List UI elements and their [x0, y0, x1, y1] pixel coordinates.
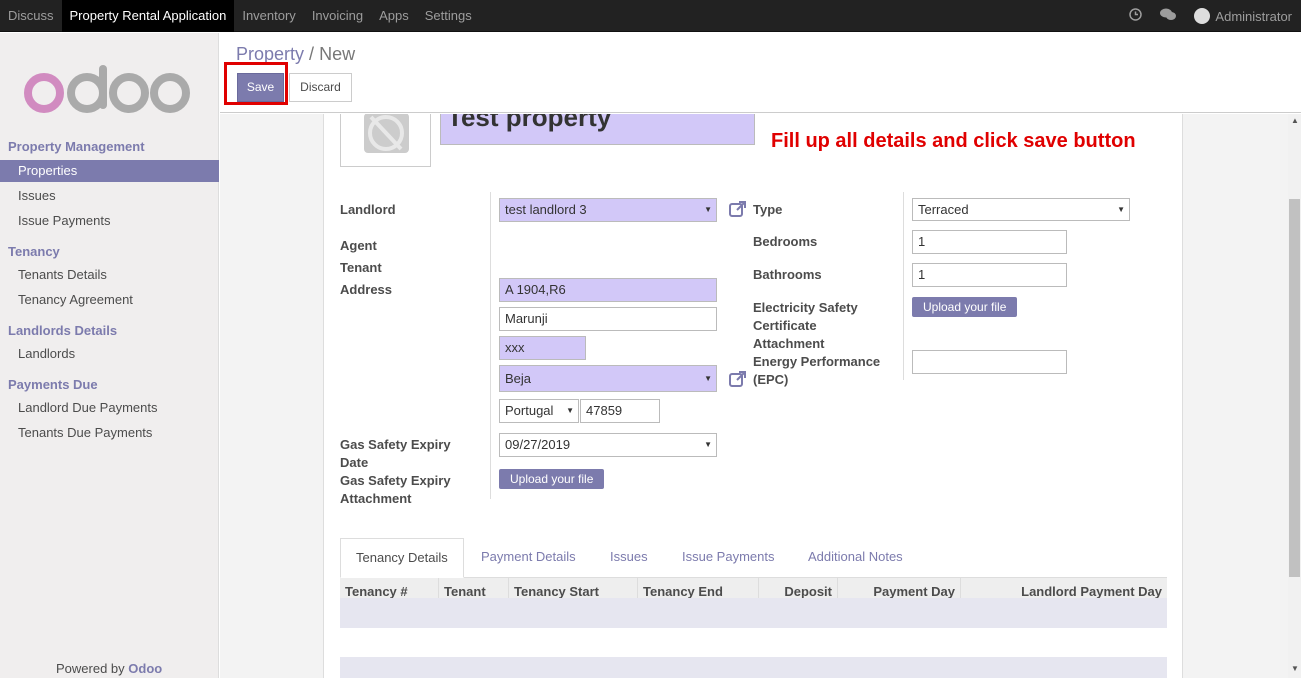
form-sheet: Test property Fill up all details and cl…: [323, 114, 1183, 678]
menu-apps[interactable]: Apps: [371, 0, 417, 32]
dropdown-caret-icon: ▼: [566, 406, 574, 415]
sidebar-item-landlord-due-payments[interactable]: Landlord Due Payments: [0, 397, 219, 419]
dropdown-caret-icon: ▼: [704, 374, 712, 383]
gas-expiry-date-input[interactable]: 09/27/2019 ▼: [499, 433, 717, 457]
user-name[interactable]: Administrator: [1215, 9, 1292, 24]
label-tenant: Tenant: [340, 260, 382, 275]
table-row: [340, 657, 1167, 678]
zip-input[interactable]: 47859: [580, 399, 660, 423]
camera-placeholder-icon: [364, 114, 409, 153]
sidebar-item-tenants-details[interactable]: Tenants Details: [0, 264, 219, 286]
street2-input[interactable]: Marunji: [499, 307, 717, 331]
tab-issues[interactable]: Issues: [610, 538, 648, 578]
sidebar-item-landlords[interactable]: Landlords: [0, 343, 219, 365]
sidebar-item-properties[interactable]: Properties: [0, 160, 219, 182]
dropdown-caret-icon: ▼: [704, 205, 712, 214]
tab-payment-details[interactable]: Payment Details: [481, 538, 576, 578]
save-button[interactable]: Save: [237, 73, 284, 102]
form-view: Test property Fill up all details and cl…: [220, 114, 1288, 678]
sidebar-item-tenants-due-payments[interactable]: Tenants Due Payments: [0, 422, 219, 444]
external-link-icon[interactable]: [729, 370, 747, 392]
gas-attachment-upload-button[interactable]: Upload your file: [499, 469, 605, 489]
label-type: Type: [753, 202, 783, 217]
section-property-management: Property Management: [8, 139, 145, 154]
label-epc: Energy Performance (EPC): [753, 354, 881, 387]
type-select[interactable]: Terraced ▼: [912, 198, 1130, 221]
instruction-annotation: Fill up all details and click save butto…: [771, 130, 1136, 152]
menu-invoicing[interactable]: Invoicing: [304, 0, 371, 32]
sidebar-item-issue-payments[interactable]: Issue Payments: [0, 210, 219, 232]
scrollbar-thumb[interactable]: [1289, 199, 1300, 577]
breadcrumb-property[interactable]: Property: [236, 44, 304, 64]
breadcrumb-separator: /: [309, 44, 315, 64]
tab-issue-payments[interactable]: Issue Payments: [682, 538, 775, 578]
menu-discuss[interactable]: Discuss: [0, 0, 62, 32]
powered-by: Powered by Odoo: [56, 661, 162, 676]
notebook-tabs: Tenancy Details Payment Details Issues I…: [340, 538, 1167, 578]
label-landlord: Landlord: [340, 202, 396, 217]
sidebar-item-issues[interactable]: Issues: [0, 185, 219, 207]
powered-by-brand[interactable]: Odoo: [128, 661, 162, 676]
user-avatar[interactable]: [1194, 8, 1211, 24]
chat-icon[interactable]: [1160, 8, 1177, 24]
divider: [490, 192, 491, 499]
top-navbar: Discuss Property Rental Application Inve…: [0, 0, 1301, 32]
label-bathrooms: Bathrooms: [753, 267, 822, 282]
label-address: Address: [340, 282, 393, 297]
control-panel: Property / New Save Discard: [220, 33, 1301, 113]
external-link-icon[interactable]: [729, 200, 747, 222]
city-input[interactable]: xxx: [499, 336, 586, 360]
discard-button[interactable]: Discard: [289, 73, 352, 102]
dropdown-caret-icon: ▼: [704, 440, 712, 449]
powered-by-label: Powered by: [56, 661, 125, 676]
epc-input[interactable]: [912, 350, 1067, 374]
section-payments-due: Payments Due: [8, 377, 98, 392]
clock-icon[interactable]: [1129, 8, 1143, 24]
tab-tenancy-details[interactable]: Tenancy Details: [340, 538, 464, 578]
divider: [903, 192, 904, 380]
bathrooms-input[interactable]: 1: [912, 263, 1067, 287]
dropdown-caret-icon: ▼: [1117, 205, 1125, 214]
state-select[interactable]: Beja ▼: [499, 365, 717, 392]
label-gas-expiry-date: Gas Safety Expiry Date: [340, 437, 451, 470]
menu-settings[interactable]: Settings: [417, 0, 480, 32]
table-row: [340, 598, 1167, 628]
country-select[interactable]: Portugal ▼: [499, 399, 579, 423]
section-tenancy: Tenancy: [8, 244, 60, 259]
label-electricity-safety: Electricity Safety Certificate Attachment: [753, 300, 858, 351]
scroll-up-icon[interactable]: ▲: [1291, 116, 1299, 125]
bedrooms-input[interactable]: 1: [912, 230, 1067, 254]
electricity-attachment-upload-button[interactable]: Upload your file: [912, 297, 1018, 317]
property-image[interactable]: [340, 114, 431, 167]
label-bedrooms: Bedrooms: [753, 234, 818, 249]
street-input[interactable]: A 1904,R6: [499, 278, 717, 302]
label-gas-expiry-attachment: Gas Safety Expiry Attachment: [340, 473, 451, 506]
label-agent: Agent: [340, 238, 377, 253]
property-name-input[interactable]: Test property: [440, 114, 755, 145]
menu-inventory[interactable]: Inventory: [234, 0, 303, 32]
landlord-select[interactable]: test landlord 3 ▼: [499, 198, 717, 222]
breadcrumb-current: New: [319, 44, 356, 64]
odoo-logo[interactable]: [24, 63, 194, 115]
scroll-down-icon[interactable]: ▼: [1291, 664, 1299, 673]
sidebar-item-tenancy-agreement[interactable]: Tenancy Agreement: [0, 289, 219, 311]
section-landlords-details: Landlords Details: [8, 323, 118, 338]
tab-additional-notes[interactable]: Additional Notes: [808, 538, 903, 578]
scrollbar[interactable]: ▲ ▼: [1288, 114, 1301, 678]
sidebar: Property Management Properties Issues Is…: [0, 33, 219, 678]
app-menu: Discuss Property Rental Application Inve…: [0, 0, 480, 32]
menu-property-rental[interactable]: Property Rental Application: [61, 0, 235, 32]
systray: Administrator: [1129, 0, 1301, 32]
